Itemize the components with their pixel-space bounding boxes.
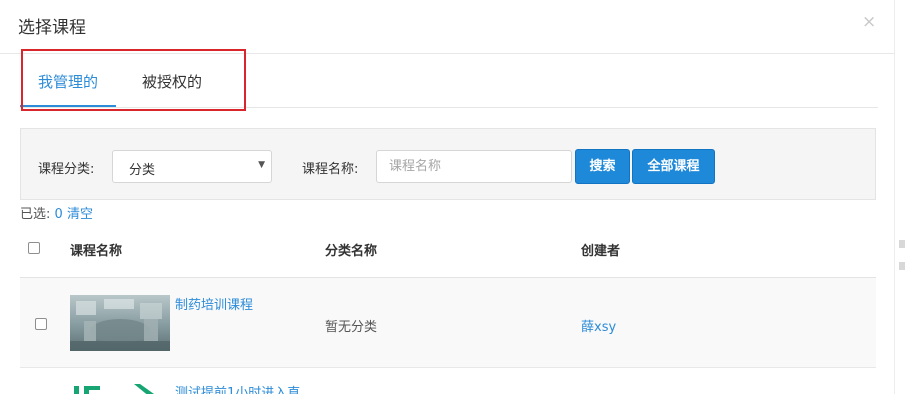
tab-managed[interactable]: 我管理的 [19, 71, 117, 107]
course-thumbnail [70, 382, 170, 394]
select-all-checkbox[interactable] [28, 242, 40, 254]
course-name-link[interactable]: 制药培训课程 [175, 294, 253, 313]
category-select[interactable]: 分类 ▼ [112, 150, 272, 183]
scrollbar[interactable] [894, 0, 906, 394]
thumbnail-image [74, 384, 154, 394]
table-row: 测试提前1小时进入直 [20, 368, 876, 394]
search-button[interactable]: 搜索 [575, 149, 630, 184]
filter-panel: 课程分类: 分类 ▼ 课程名称: 搜索 全部课程 [20, 128, 876, 200]
column-creator: 创建者 [581, 244, 621, 259]
dialog-title: 选择课程 [18, 18, 86, 38]
course-thumbnail [70, 295, 170, 351]
category-select-value: 分类 [129, 163, 156, 178]
thumbnail-image [70, 295, 170, 351]
table-header: 课程名称 分类名称 创建者 [20, 220, 876, 278]
select-course-dialog: 选择课程 × 我管理的 被授权的 课程分类: 分类 ▼ 课程名称: 搜索 全部课… [0, 0, 906, 394]
creator-link[interactable]: 薛xsy [581, 316, 616, 335]
header-divider [0, 53, 894, 54]
course-name-link[interactable]: 测试提前1小时进入直 [175, 382, 300, 394]
course-name-input[interactable] [376, 150, 572, 183]
table-row: 制药培训课程 暂无分类 薛xsy [20, 278, 876, 368]
category-cell: 暂无分类 [325, 320, 378, 335]
course-name-label: 课程名称: [302, 162, 359, 177]
column-category-name: 分类名称 [325, 244, 378, 259]
column-course-name: 课程名称 [70, 244, 123, 259]
caret-down-icon: ▼ [258, 160, 265, 170]
tab-bar: 我管理的 被授权的 [19, 57, 878, 108]
tab-authorized[interactable]: 被授权的 [142, 71, 202, 106]
row-checkbox[interactable] [35, 318, 47, 330]
category-filter-label: 课程分类: [38, 162, 95, 177]
close-icon[interactable]: × [862, 12, 876, 32]
all-courses-button[interactable]: 全部课程 [632, 149, 715, 184]
